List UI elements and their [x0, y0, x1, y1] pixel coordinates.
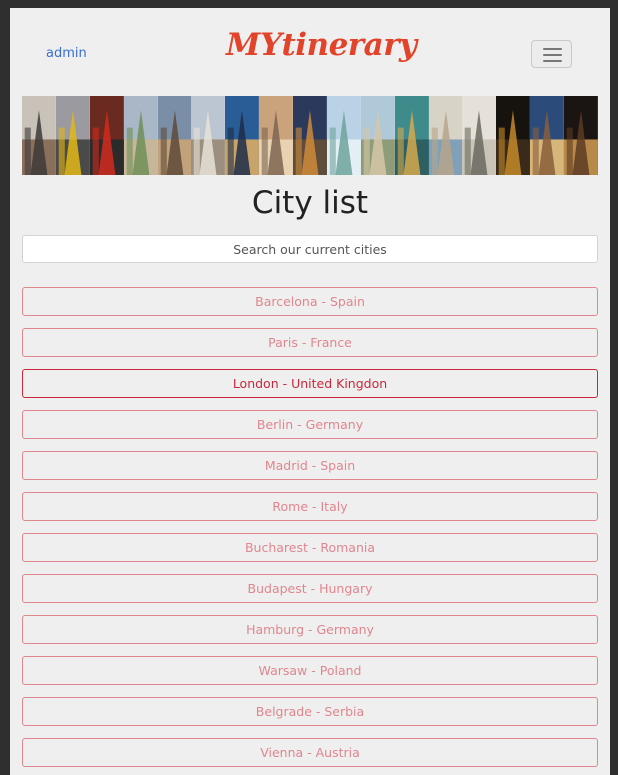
banner-photo-london-phone-box: [89, 96, 124, 175]
banner-photo-colosseum-night: [496, 96, 531, 175]
banner-photo-eiffel-tower: [462, 96, 497, 175]
banner-photo-big-ben: [293, 96, 327, 175]
city-item[interactable]: Bucharest - Romania: [22, 533, 598, 562]
banner-photo-vienna-palace: [360, 96, 395, 175]
banner-photo-rome-vittoriano: [191, 96, 226, 175]
search-input[interactable]: [22, 235, 598, 263]
hamburger-icon-line: [543, 54, 562, 56]
banner-photo-tower-bridge: [157, 96, 192, 175]
city-item[interactable]: Budapest - Hungary: [22, 574, 598, 603]
logo: MYtinerary: [226, 27, 417, 63]
city-item[interactable]: Warsaw - Poland: [22, 656, 598, 685]
city-item[interactable]: Rome - Italy: [22, 492, 598, 521]
page: admin MYtinerary City list Barcelona - S…: [10, 8, 610, 775]
banner-photo-champs-elysees: [123, 96, 158, 175]
city-item[interactable]: Belgrade - Serbia: [22, 697, 598, 726]
city-item[interactable]: Vienna - Austria: [22, 738, 598, 767]
hamburger-icon: [543, 48, 562, 50]
hamburger-icon-line: [543, 60, 562, 62]
banner-photo-berlin-tv-tower: [225, 96, 260, 175]
admin-link[interactable]: admin: [46, 46, 87, 61]
city-item[interactable]: Madrid - Spain: [22, 451, 598, 480]
city-banner: [22, 96, 598, 175]
banner-photo-statue-of-liberty: [326, 96, 361, 175]
city-item[interactable]: London - United Kingdon: [22, 369, 598, 398]
banner-photo-astronomical-clock: [394, 96, 429, 175]
navbar: admin MYtinerary: [10, 8, 610, 96]
banner-photo-prague-tyn-church: [22, 96, 56, 175]
city-item[interactable]: Paris - France: [22, 328, 598, 357]
banner-photo-new-york-taxi: [55, 96, 90, 175]
page-title: City list: [251, 185, 369, 221]
banner-photo-prague-tyn-church-dusk: [530, 96, 564, 175]
city-item[interactable]: Berlin - Germany: [22, 410, 598, 439]
banner-photo-trevi-fountain: [428, 96, 463, 175]
city-list: Barcelona - Spain Paris - France London - …: [22, 287, 598, 775]
menu-toggle-button[interactable]: [531, 40, 572, 68]
city-item[interactable]: Hamburg - Germany: [22, 615, 598, 644]
banner-photo-colosseum-dark: [564, 96, 598, 175]
banner-photo-budapest-bridge: [259, 96, 293, 175]
city-item[interactable]: Barcelona - Spain: [22, 287, 598, 316]
